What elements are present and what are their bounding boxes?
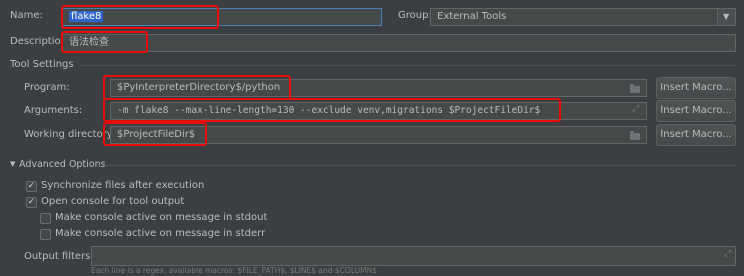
option-label-open-console: Open console for tool output xyxy=(41,196,185,207)
group-select[interactable]: External Tools xyxy=(430,8,736,26)
checkbox-console-active-stdout[interactable] xyxy=(40,213,51,224)
folder-icon[interactable] xyxy=(630,84,640,93)
option-label-stderr: Make console active on message in stderr xyxy=(55,228,266,239)
checkbox-console-active-stderr[interactable] xyxy=(40,229,51,240)
folder-icon[interactable] xyxy=(630,131,640,140)
working-directory-input-value: $ProjectFileDir$ xyxy=(117,129,196,140)
checkbox-open-console[interactable]: ✓ xyxy=(26,197,37,208)
option-label-stdout: Make console active on message in stdout xyxy=(55,212,268,223)
group-label: Group: xyxy=(398,10,432,21)
arguments-input-value: -m flake8 --max-line-length=130 --exclud… xyxy=(117,105,541,116)
description-input-value: 语法检查 xyxy=(69,37,109,48)
output-filters-input[interactable] xyxy=(91,246,736,266)
checkmark-icon: ✓ xyxy=(27,181,36,191)
output-filters-label: Output filters: xyxy=(24,251,94,262)
expand-icon[interactable]: ⤢ xyxy=(632,104,639,114)
checkbox-synchronize-files[interactable]: ✓ xyxy=(26,181,37,192)
tool-settings-divider xyxy=(80,65,736,66)
name-input[interactable]: flake8 xyxy=(62,8,382,26)
advanced-options-divider xyxy=(98,165,736,166)
insert-macro-button-program[interactable]: Insert Macro... xyxy=(656,77,736,99)
program-input[interactable]: $PyInterpreterDirectory$/python xyxy=(110,79,647,97)
expand-icon[interactable]: ⤢ xyxy=(724,249,731,259)
advanced-options-heading[interactable]: Advanced Options xyxy=(19,158,106,172)
program-input-value: $PyInterpreterDirectory$/python xyxy=(117,82,281,93)
arguments-input[interactable]: -m flake8 --max-line-length=130 --exclud… xyxy=(110,102,647,120)
option-label-synchronize: Synchronize files after execution xyxy=(41,180,205,191)
working-directory-label: Working directory: xyxy=(24,129,116,140)
checkmark-icon: ✓ xyxy=(27,197,36,207)
group-select-value: External Tools xyxy=(437,11,507,22)
tool-settings-heading: Tool Settings xyxy=(10,59,74,70)
insert-macro-button-arguments[interactable]: Insert Macro... xyxy=(656,100,736,122)
working-directory-input[interactable]: $ProjectFileDir$ xyxy=(110,126,647,144)
description-input[interactable]: 语法检查 xyxy=(62,34,736,52)
group-dropdown-button[interactable]: ▼ xyxy=(717,9,735,25)
name-input-value: flake8 xyxy=(69,11,104,22)
name-label: Name: xyxy=(10,10,43,21)
program-label: Program: xyxy=(24,82,70,93)
insert-macro-button-working-directory[interactable]: Insert Macro... xyxy=(656,124,736,146)
chevron-down-icon: ▼ xyxy=(723,12,730,21)
arguments-label: Arguments: xyxy=(24,105,83,116)
output-filters-hint: Each line is a regex, available macros: … xyxy=(91,266,377,275)
collapse-triangle-icon[interactable]: ▼ xyxy=(10,160,15,168)
